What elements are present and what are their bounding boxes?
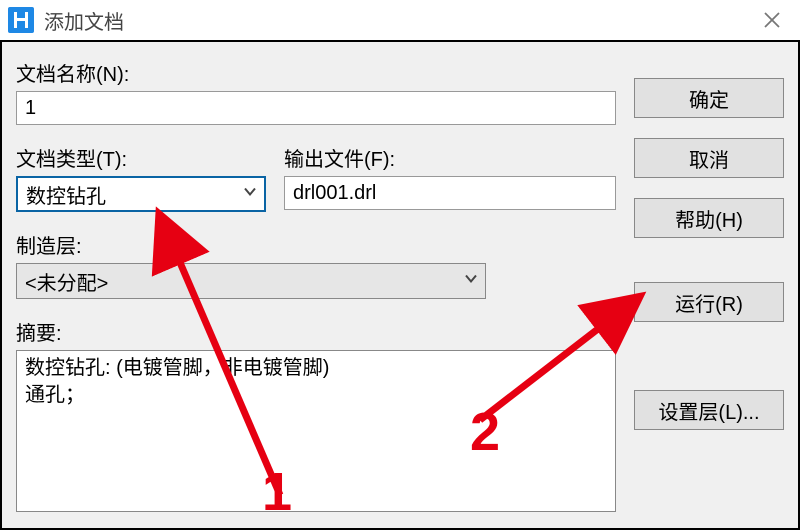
cancel-button[interactable]: 取消 <box>634 138 784 178</box>
label-layer: 制造层: <box>16 230 616 259</box>
close-icon[interactable] <box>752 0 792 40</box>
layer-value: <未分配> <box>25 267 108 296</box>
doc-name-input[interactable] <box>16 91 616 125</box>
label-output-file: 输出文件(F): <box>284 143 616 172</box>
label-doc-name: 文档名称(N): <box>16 58 616 87</box>
dialog-title: 添加文档 <box>44 6 752 35</box>
chevron-down-icon <box>242 183 258 206</box>
ok-button[interactable]: 确定 <box>634 78 784 118</box>
run-button[interactable]: 运行(R) <box>634 282 784 322</box>
dialog-window: 添加文档 文档名称(N): 文档类型(T): 数控钻孔 <box>0 0 800 530</box>
doc-type-value: 数控钻孔 <box>26 180 106 209</box>
layer-select[interactable]: <未分配> <box>16 263 486 299</box>
label-doc-type: 文档类型(T): <box>16 143 266 172</box>
app-icon <box>8 7 34 33</box>
help-button[interactable]: 帮助(H) <box>634 198 784 238</box>
chevron-down-icon <box>463 270 479 293</box>
set-layer-button[interactable]: 设置层(L)... <box>634 390 784 430</box>
titlebar: 添加文档 <box>0 0 800 40</box>
summary-textarea[interactable]: 数控钻孔: (电镀管脚，非电镀管脚) 通孔； <box>16 350 616 512</box>
output-file-input[interactable] <box>284 176 616 210</box>
dialog-body: 文档名称(N): 文档类型(T): 数控钻孔 输出文件(F): <box>0 40 800 530</box>
doc-type-select[interactable]: 数控钻孔 <box>16 176 266 212</box>
label-summary: 摘要: <box>16 317 616 346</box>
